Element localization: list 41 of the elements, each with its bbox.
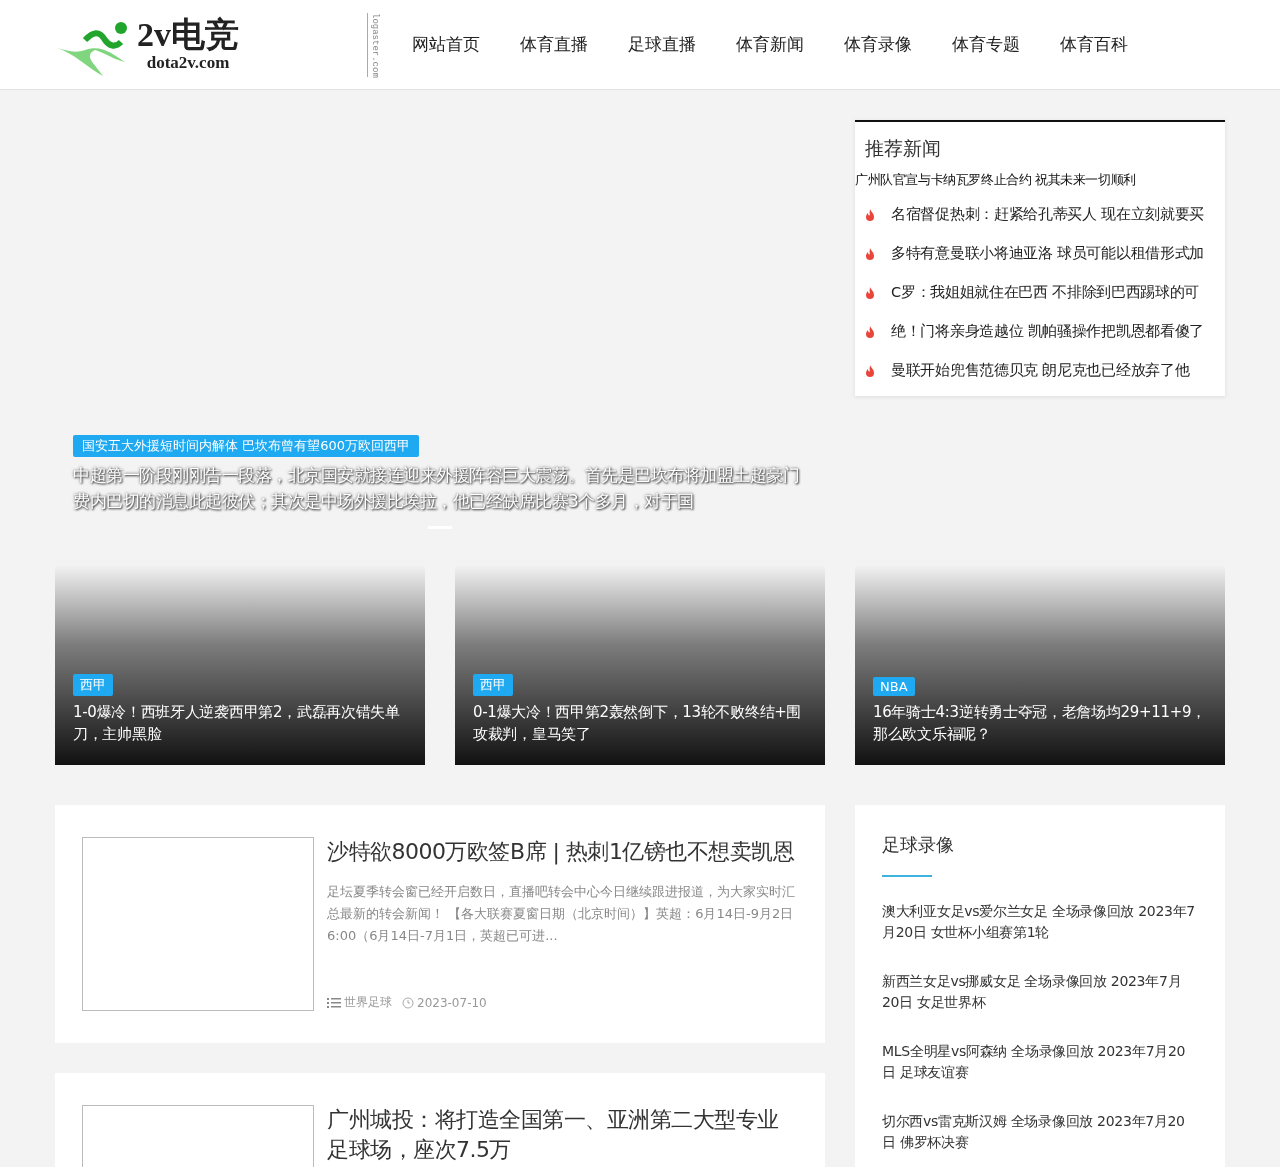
article-summary: 足坛夏季转会窗已经开启数日，直播吧转会中心今日继续跟进报道，为大家实时汇总最新的转会新闻！ 【各大联赛夏窗日期（北京时间）】英超：6月14日-9月2日6:00（6月14日-7月1日，英超已可进... bbox=[327, 883, 796, 945]
logo-credit: logaster.com bbox=[367, 12, 380, 77]
flame-icon bbox=[865, 208, 875, 221]
panel-title: 足球录像 bbox=[882, 833, 955, 857]
featured-card[interactable]: NBA 16年骑士4:3逆转勇士夺冠，老詹场均29+11+9，那么欧文乐福呢？ bbox=[855, 565, 1225, 765]
logo-text: 2v电竞 bbox=[137, 16, 239, 53]
news-link[interactable]: 名宿督促热刺：赶紧给孔蒂买人 现在立刻就要买 bbox=[891, 205, 1204, 224]
article-title[interactable]: 沙特欲8000万欧签B席 | 热刺1亿镑也不想卖凯恩 bbox=[327, 837, 798, 867]
clock-icon bbox=[402, 996, 414, 1009]
video-link[interactable]: 澳大利亚女足vs爱尔兰女足 全场录像回放 2023年7月20日 女世杯小组赛第1轮 bbox=[882, 901, 1198, 943]
thumbnail-placeholder[interactable] bbox=[82, 837, 314, 1011]
article-title[interactable]: 广州城投：将打造全国第一、亚洲第二大型专业足球场，座次7.5万 bbox=[327, 1105, 798, 1165]
nav-link[interactable]: 体育专题 bbox=[932, 33, 1040, 56]
flame-icon bbox=[865, 325, 875, 338]
featured-card[interactable]: 西甲 1-0爆冷！西班牙人逆袭西甲第2，武磊再次错失单刀，主帅黑脸 bbox=[55, 565, 425, 765]
slide-excerpt: 中超第一阶段刚刚告一段落，北京国安就接连迎来外援阵容巨大震荡。首先是巴坎布将加盟土超豪门费内巴切的消息此起彼伏；其次是中场外援比埃拉，他已经缺席比赛3个多月，对于国 bbox=[73, 464, 801, 513]
news-link[interactable]: 广州队官宣与卡纳瓦罗终止合约 祝其未来一切顺利 bbox=[855, 172, 1225, 189]
flame-icon bbox=[865, 364, 875, 377]
video-link[interactable]: 切尔西vs雷克斯汉姆 全场录像回放 2023年7月20日 佛罗杯决赛 bbox=[882, 1111, 1198, 1153]
news-link[interactable]: 曼联开始兜售范德贝克 朗尼克也已经放弃了他 bbox=[891, 361, 1190, 380]
flame-icon bbox=[865, 247, 875, 260]
video-link[interactable]: MLS全明星vs阿森纳 全场录像回放 2023年7月20日 足球友谊赛 bbox=[882, 1041, 1198, 1083]
nav-link[interactable]: 网站首页 bbox=[392, 33, 500, 56]
news-link[interactable]: 绝！门将亲身造越位 凯帕骚操作把凯恩都看傻了 bbox=[891, 322, 1204, 341]
nav-link[interactable]: 体育百科 bbox=[1040, 33, 1148, 56]
card-title[interactable]: 1-0爆冷！西班牙人逆袭西甲第2，武磊再次错失单刀，主帅黑脸 bbox=[73, 701, 407, 745]
news-link[interactable]: C罗：我姐姐就住在巴西 不排除到巴西踢球的可 bbox=[891, 283, 1200, 302]
news-link[interactable]: 多特有意曼联小将迪亚洛 球员可能以租借形式加 bbox=[891, 244, 1204, 263]
flame-icon bbox=[865, 286, 875, 299]
video-link[interactable]: 新西兰女足vs挪威女足 全场录像回放 2023年7月20日 女足世界杯 bbox=[882, 971, 1198, 1013]
article-date: 2023-07-10 bbox=[417, 995, 487, 1010]
card-title[interactable]: 16年骑士4:3逆转勇士夺冠，老詹场均29+11+9，那么欧文乐福呢？ bbox=[873, 701, 1207, 745]
nav-link[interactable]: 体育录像 bbox=[824, 33, 932, 56]
card-title[interactable]: 0-1爆大冷！西甲第2轰然倒下，13轮不败终结+围攻裁判，皇马笑了 bbox=[473, 701, 807, 745]
nav-link[interactable]: 体育直播 bbox=[500, 33, 608, 56]
list-icon bbox=[327, 996, 341, 1009]
nav-link[interactable]: 足球直播 bbox=[608, 33, 716, 56]
panel-title: 推荐新闻 bbox=[864, 136, 942, 161]
nav-link[interactable]: 体育新闻 bbox=[716, 33, 824, 56]
featured-card[interactable]: 西甲 0-1爆大冷！西甲第2轰然倒下，13轮不败终结+围攻裁判，皇马笑了 bbox=[455, 565, 825, 765]
logo-domain: dota2v.com bbox=[146, 52, 230, 73]
